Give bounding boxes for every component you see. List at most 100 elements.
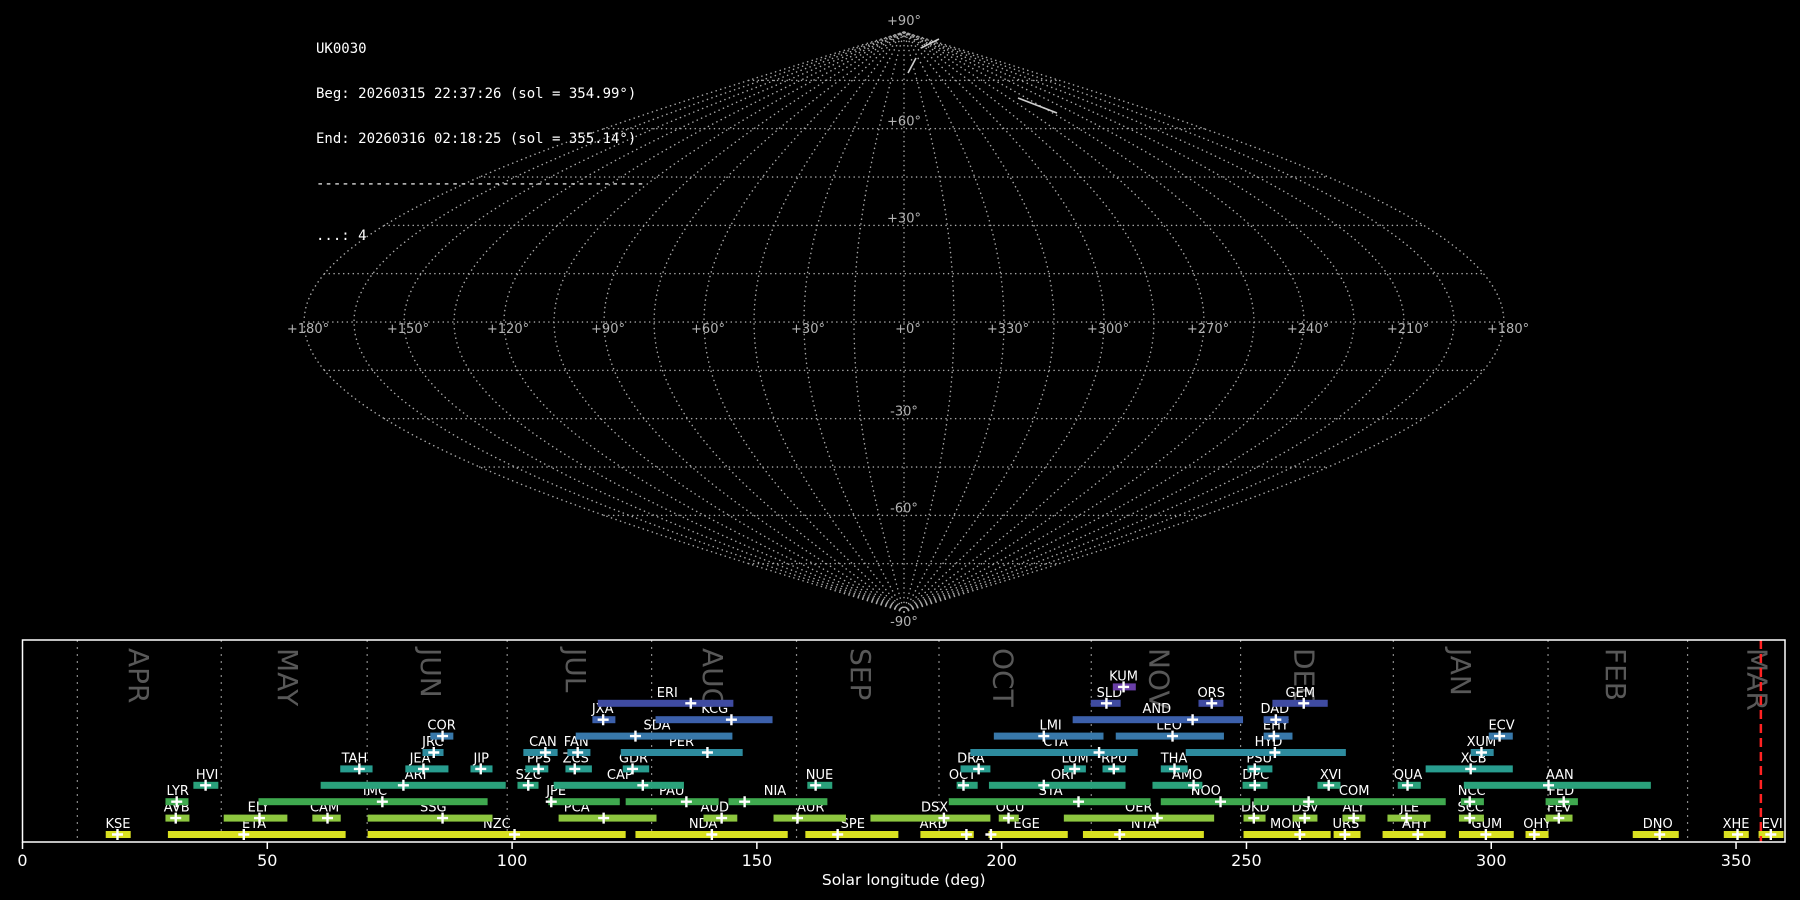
shower-bar (167, 831, 346, 838)
shower-peak-marker (637, 779, 649, 791)
station-id: UK0030 (316, 41, 367, 57)
shower-bar (575, 732, 733, 740)
shower-bar (1063, 814, 1215, 822)
map-longitude-label: +30° (791, 322, 825, 337)
map-latitude-label: -60° (890, 501, 918, 516)
meteor-track (1017, 97, 1058, 114)
map-latitude-label: -90° (890, 615, 918, 630)
shower-bar (625, 798, 719, 806)
shower-label: ECV (1488, 719, 1514, 734)
shower-bar (1185, 749, 1346, 756)
x-tick-label: 200 (986, 851, 1017, 870)
shower-bar (553, 781, 684, 789)
x-tick-label: 100 (497, 851, 528, 870)
x-axis-label: Solar longitude (deg) (822, 871, 986, 889)
map-latitude-label: +90° (887, 14, 921, 29)
shower-label: AAN (1546, 768, 1574, 783)
figure-svg: +180° +150° +120° +90° +60° +30° +0° +330° +300°… (17, 14, 1786, 889)
shower-peak-marker (629, 730, 641, 742)
map-longitude-label: +330° (987, 322, 1029, 337)
map-meridian (903, 31, 1055, 613)
x-tick-label: 250 (1231, 851, 1262, 870)
shower-label: ORS (1197, 686, 1225, 701)
shower-peak-marker (598, 812, 610, 824)
map-longitude-label: +90° (591, 322, 625, 337)
shower-bar (548, 798, 620, 806)
shower-peak-marker (1073, 796, 1085, 808)
shower-bar (970, 749, 1138, 756)
x-tick-label: 300 (1476, 851, 1507, 870)
shower-bar (1082, 831, 1204, 838)
begin-time: Beg: 20260315 22:37:26 (sol = 354.99°) (316, 86, 637, 102)
shower-label: THA (1160, 751, 1188, 766)
shower-label: LMI (1039, 719, 1061, 734)
shower-label: DSX (921, 801, 948, 816)
map-longitude-label: +0° (895, 322, 921, 337)
shower-label: TAH (341, 751, 368, 766)
shower-bar (597, 699, 734, 707)
shower-label: JIP (472, 751, 489, 766)
month-label: NOV (1143, 648, 1176, 710)
x-tick-label: 350 (1721, 851, 1752, 870)
map-longitude-label: +270° (1187, 322, 1229, 337)
month-label: JUL (559, 646, 592, 693)
shower-bar (655, 716, 773, 724)
meteor-count: ...: 4 (316, 228, 367, 244)
map-meridian (753, 31, 905, 613)
shower-bar (258, 798, 488, 806)
shower-peak-marker (985, 829, 997, 840)
shower-label: KSE (105, 817, 130, 832)
shower-label: NUE (806, 768, 833, 783)
map-longitude-label: +150° (387, 322, 429, 337)
shower-bar (948, 798, 1151, 806)
month-label: MAR (1740, 648, 1773, 711)
shower-bar (1072, 716, 1244, 724)
month-label: JAN (1444, 646, 1477, 696)
shower-peak-marker (960, 829, 972, 840)
map-latitude-label: +30° (887, 211, 921, 226)
shower-bar (620, 749, 743, 756)
map-longitude-label: +210° (1387, 322, 1429, 337)
shower-bar (988, 781, 1126, 789)
shower-label: XVI (1320, 768, 1342, 783)
shower-peak-marker (1114, 829, 1126, 840)
x-tick-label: 0 (17, 851, 27, 870)
month-label: FEB (1599, 648, 1632, 701)
month-label: MAY (271, 648, 304, 707)
map-longitude-label: +180° (287, 322, 329, 337)
shower-label: EVI (1762, 817, 1783, 832)
shower-bar (1160, 798, 1251, 806)
map-longitude-label: +300° (1087, 322, 1129, 337)
shower-bar (988, 831, 1068, 838)
shower-label: NIA (764, 784, 787, 799)
shower-label: LYR (166, 784, 189, 799)
map-latitude-label: +60° (887, 115, 921, 130)
shower-label: KUM (1109, 669, 1138, 684)
shower-label: COR (427, 719, 455, 734)
shower-peak-marker (701, 747, 713, 758)
shower-bar (1253, 798, 1446, 806)
shower-peak-marker (1187, 714, 1199, 726)
month-label: SEP (844, 648, 877, 700)
shower-peak-marker (739, 796, 751, 808)
shower-bar (1463, 781, 1651, 789)
shower-activity-chart: APR MAY JUN JUL AUG SEP OCT NOV DEC JAN FEB MARKSE E… (17, 639, 1786, 889)
shower-label: QUA (1394, 768, 1423, 783)
map-longitude-label: +60° (691, 322, 725, 337)
observation-header: UK0030 Beg: 20260315 22:37:26 (sol = 354… (316, 12, 645, 274)
x-tick-label: 50 (257, 851, 277, 870)
shower-bar (870, 814, 991, 822)
x-tick-label: 150 (742, 851, 773, 870)
header-separator: --------------------------------------- (316, 176, 645, 192)
month-label: OCT (986, 648, 1019, 708)
end-time: End: 20260316 02:18:25 (sol = 355.14°) (316, 131, 637, 147)
map-longitude-label: +180° (1487, 322, 1529, 337)
shower-bar (773, 814, 846, 822)
map-latitude-label: -30° (890, 405, 918, 420)
month-label: JUN (414, 646, 447, 698)
shower-peak-marker (685, 697, 697, 709)
shower-label: CAN (529, 735, 557, 750)
shower-label: HVI (196, 768, 219, 783)
figure-canvas: +180° +150° +120° +90° +60° +30° +0° +330° +300°… (0, 0, 1800, 900)
shower-label: COM (1339, 784, 1370, 799)
